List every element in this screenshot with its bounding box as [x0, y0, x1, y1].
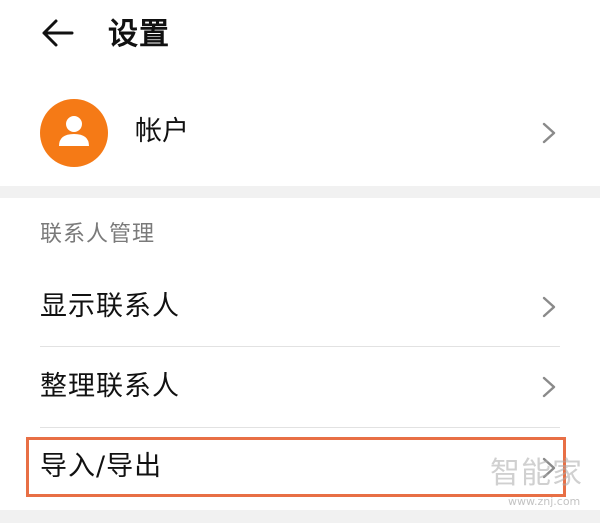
watermark-logo: 智能家 [490, 456, 583, 491]
organize-contacts-row[interactable]: 整理联系人 [0, 347, 600, 427]
watermark-url: www.znj.com [508, 495, 581, 508]
page-title: 设置 [108, 17, 170, 52]
display-contacts-row[interactable]: 显示联系人 [0, 268, 600, 346]
chevron-right-icon [539, 295, 559, 319]
app-header: 设置 [0, 0, 600, 72]
display-contacts-label: 显示联系人 [40, 291, 180, 322]
chevron-right-icon [539, 121, 559, 145]
account-row[interactable]: 帐户 [0, 72, 600, 186]
highlight-box [26, 437, 566, 497]
avatar [40, 99, 108, 167]
arrow-left-icon [40, 18, 74, 52]
account-label: 帐户 [135, 116, 189, 147]
organize-contacts-label: 整理联系人 [40, 371, 180, 402]
chevron-right-icon [539, 375, 559, 399]
person-icon [54, 111, 94, 155]
section-header-contacts: 联系人管理 [40, 222, 156, 247]
back-button[interactable] [40, 17, 80, 53]
